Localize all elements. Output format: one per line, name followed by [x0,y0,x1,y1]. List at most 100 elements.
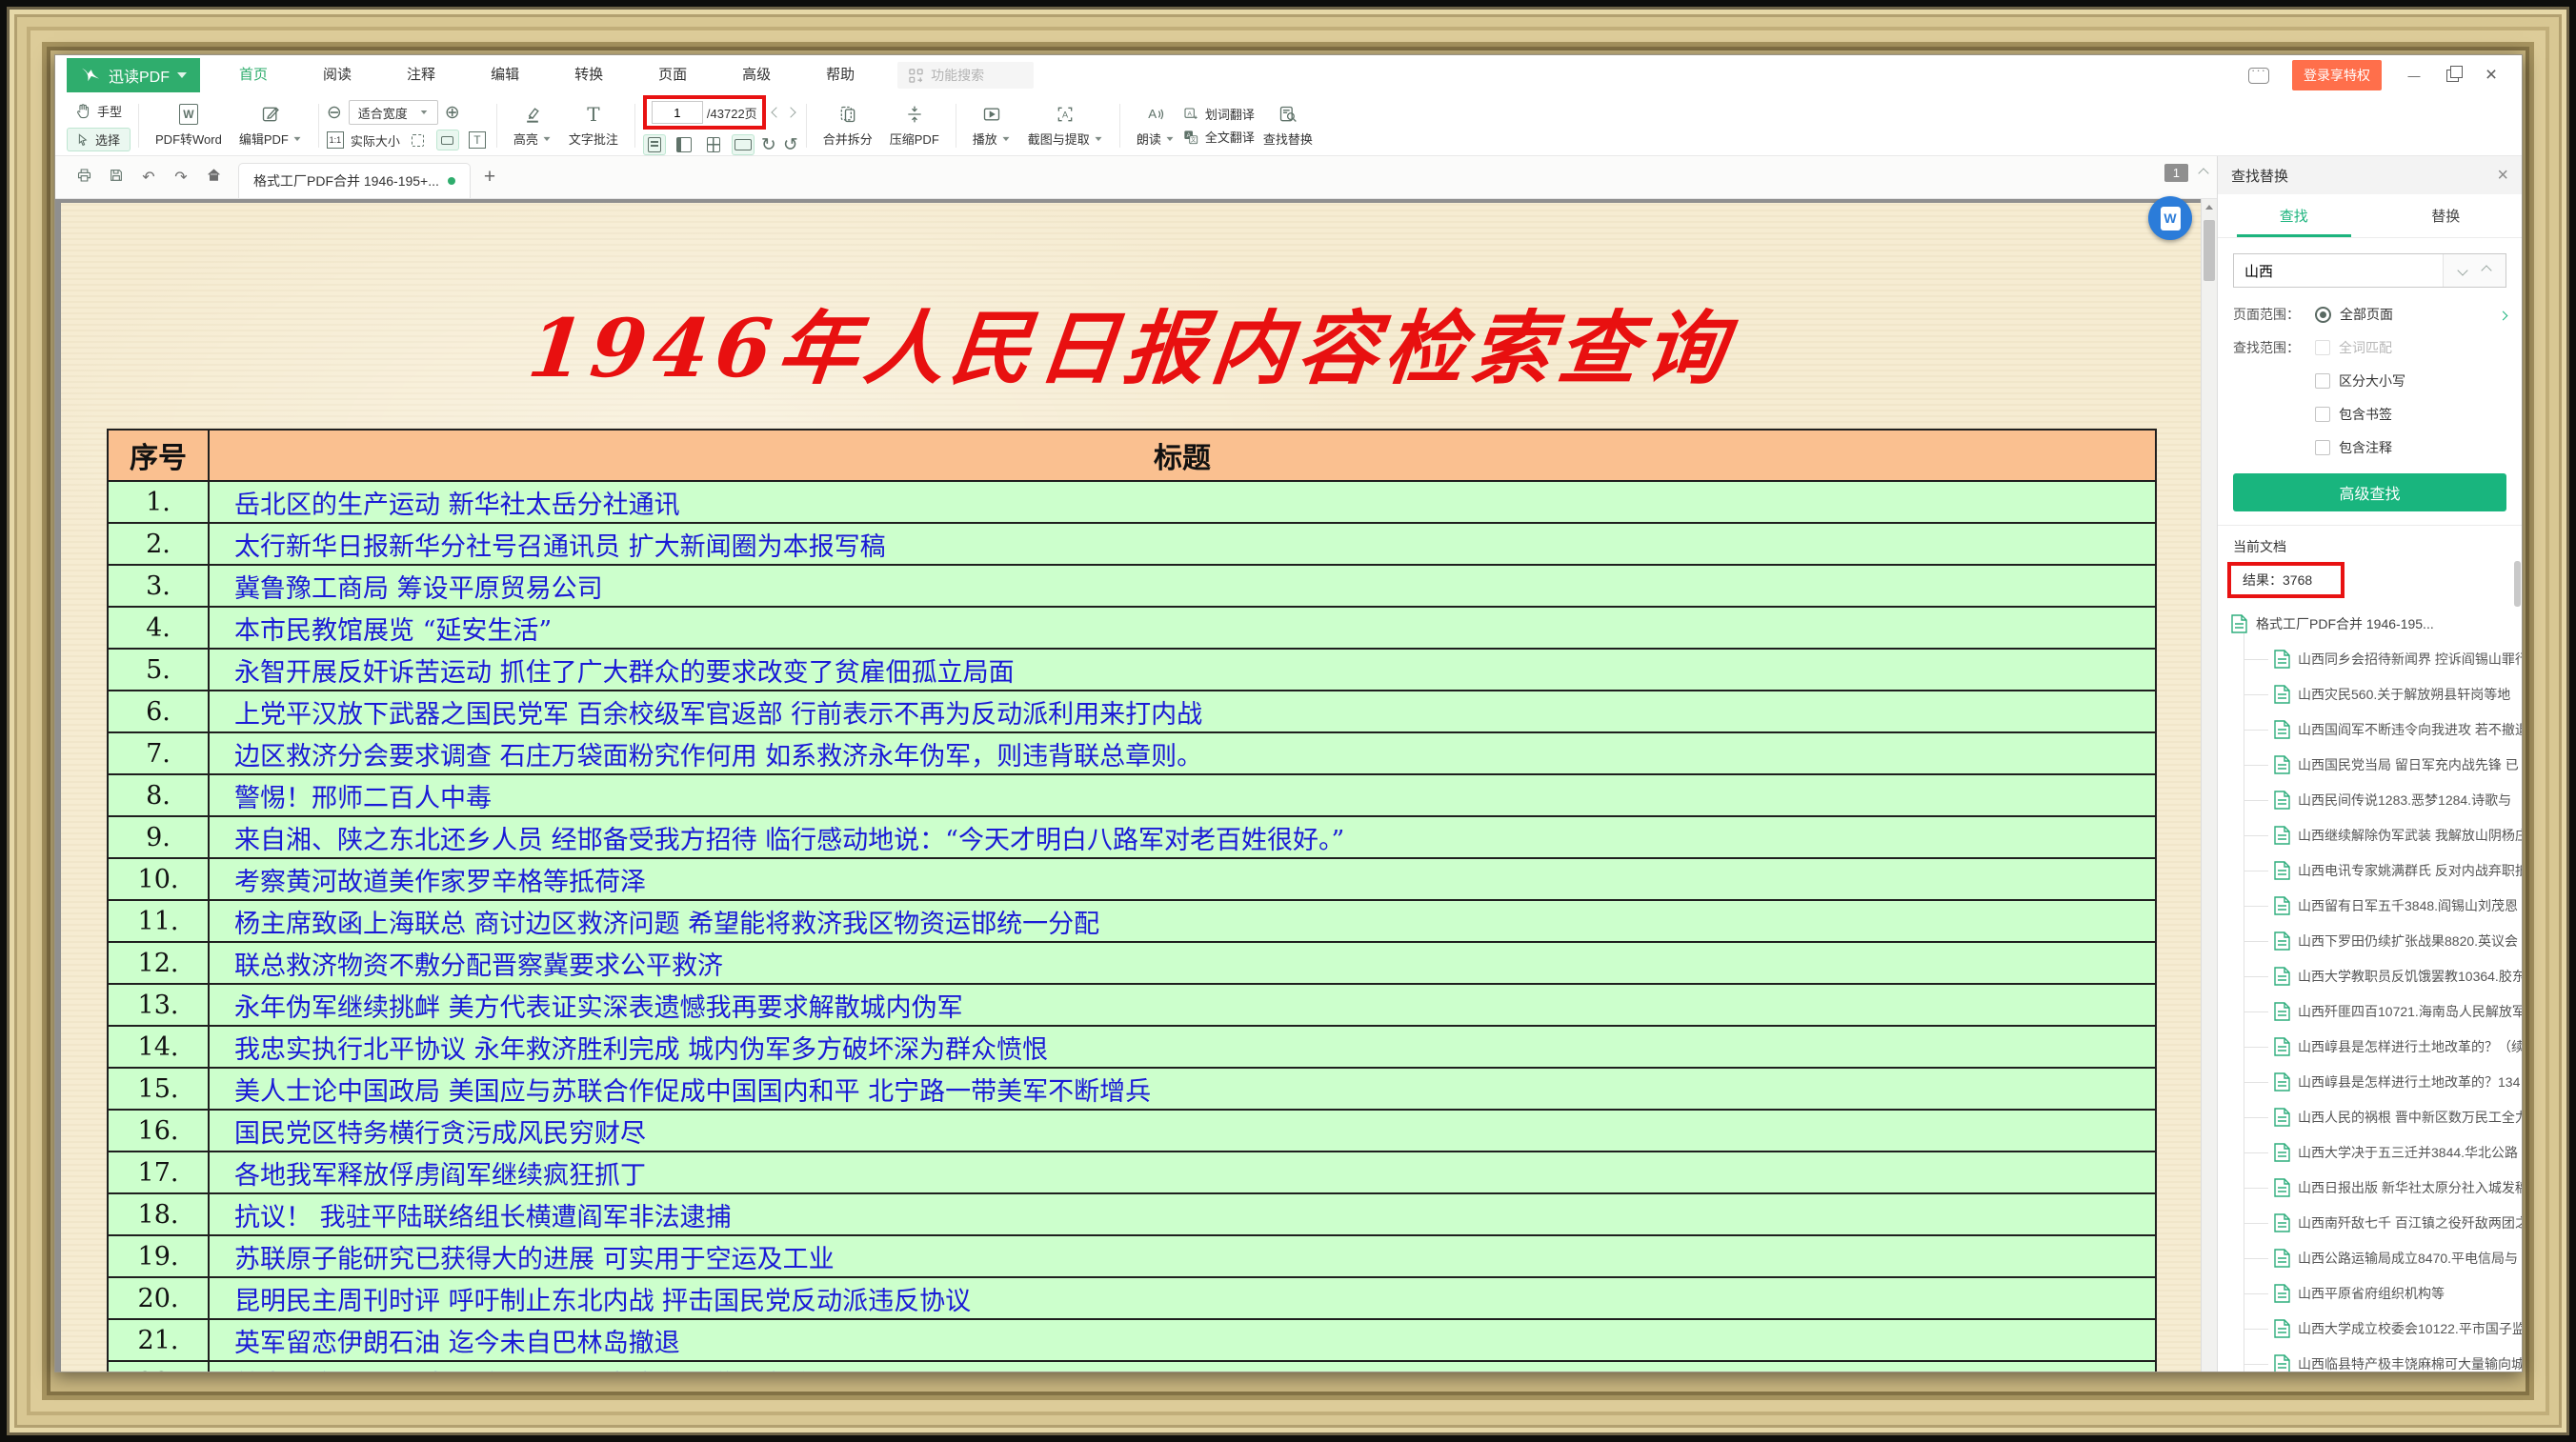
search-result-item[interactable]: 山西临县特产极丰饶麻棉可大量输向城市 [2244,1346,2522,1372]
pdf-to-word-floating-button[interactable]: W [2148,196,2192,240]
zoom-level-select[interactable]: 适合宽度 [349,100,438,125]
menu-tab[interactable]: 帮助 [798,55,882,95]
include-bookmarks-checkbox[interactable] [2315,407,2330,422]
whole-word-checkbox[interactable] [2315,340,2330,355]
row-title-cell[interactable]: 来自湘、陕之东北还乡人员 经邯备受我方招待 临行感动地说：“今天才明白八路军对老… [210,817,2155,857]
single-page-view-button[interactable] [643,134,666,155]
find-replace-button[interactable]: 查找替换 [1255,98,1321,153]
row-title-cell[interactable]: 冀鲁豫工商局 筹设平原贸易公司 [210,566,2155,606]
search-result-item[interactable]: 山西平原省府组织机构等 [2244,1275,2522,1311]
redo-icon[interactable]: ↷ [166,168,196,187]
include-comments-checkbox[interactable] [2315,440,2330,455]
row-title-cell[interactable]: 苏联原子能研究已获得大的进展 可实用于空运及工业 [210,1236,2155,1276]
search-result-item[interactable]: 山西灾民560.关于解放朔县轩岗等地 [2244,676,2522,711]
read-aloud-button[interactable]: A 朗读 [1128,98,1183,153]
search-result-item[interactable]: 山西人民的祸根 晋中新区数万民工全力 [2244,1099,2522,1134]
menu-tab[interactable]: 转换 [547,55,631,95]
find-next-icon[interactable] [2458,265,2468,275]
row-title-cell[interactable]: 永年伪军继续挑衅 美方代表证实深表遗憾我再要求解散城内伪军 [210,985,2155,1025]
fit-page-button[interactable] [407,130,430,150]
save-icon[interactable] [101,168,131,188]
scroll-up-arrow[interactable] [2202,199,2217,214]
row-title-cell[interactable]: 上党平汉放下武器之国民党军 百余校级军官返部 行前表示不再为反动派利用来打内战 [210,691,2155,731]
search-input[interactable] [2234,254,2443,287]
tab-find[interactable]: 查找 [2218,194,2370,237]
row-title-cell[interactable]: 各地我军释放俘虏阎军继续疯狂抓丁 [210,1152,2155,1192]
actual-size-icon[interactable]: 1:1 [327,131,344,149]
close-icon[interactable]: × [2497,166,2508,185]
row-title-cell[interactable]: 本市民教馆展览 “延安生活” [210,608,2155,648]
row-title-cell[interactable]: 杨主席致函上海联总 商讨边区救济问题 希望能将救济我区物资运邯统一分配 [210,901,2155,941]
close-button[interactable] [2482,64,2501,87]
panel-scrollbar-thumb[interactable] [2514,561,2521,607]
compress-pdf-button[interactable]: 压缩PDF [881,98,948,153]
continuous-view-button[interactable] [732,134,755,155]
edit-pdf-button[interactable]: 编辑PDF [231,98,311,153]
row-title-cell[interactable]: 美当局高压下 四十万矿工仍罢工 杜鲁门召集紧急会议 [210,1362,2155,1372]
tab-replace[interactable]: 替换 [2370,194,2523,237]
row-title-cell[interactable]: 边区救济分会要求调查 石庄万袋面粉究作何用 如系救济永年伪军，则违背联总章则。 [210,733,2155,773]
hand-tool-button[interactable]: 手型 [67,99,131,123]
search-result-item[interactable]: 山西国民党当局 留日军充内战先锋 已 [2244,747,2522,782]
search-result-item[interactable]: 山西留有日军五千3848.阎锡山刘茂恩 [2244,888,2522,923]
restore-button[interactable] [2446,70,2459,82]
row-title-cell[interactable]: 英军留恋伊朗石油 迄今未自巴林岛撤退 [210,1320,2155,1360]
highlight-button[interactable]: 高亮 [505,98,560,153]
find-previous-icon[interactable] [2481,265,2491,275]
text-annotation-button[interactable]: T 文字批注 [560,98,627,153]
search-result-item[interactable]: 山西大学教职员反饥饿罢教10364.胶东 [2244,958,2522,993]
row-title-cell[interactable]: 国民党区特务横行贪污成风民穷财尽 [210,1111,2155,1151]
menu-tab[interactable]: 阅读 [295,55,379,95]
word-translate-button[interactable]: A 划词翻译 [1183,105,1255,123]
search-result-item[interactable]: 山西继续解除伪军武装 我解放山阴杨庄 [2244,817,2522,852]
minimize-button[interactable] [2405,66,2424,85]
page-number-input[interactable] [652,101,703,124]
collapse-chevron-icon[interactable] [2198,168,2208,178]
menu-tab[interactable]: 页面 [631,55,714,95]
feedback-icon[interactable] [2248,68,2269,84]
search-result-item[interactable]: 山西国阎军不断违令向我进攻 若不撤退 [2244,711,2522,747]
menu-tab[interactable]: 高级 [714,55,798,95]
zoom-out-icon[interactable]: ⊖ [327,104,342,122]
document-tab[interactable]: 格式工厂PDF合并 1946-195+... [238,163,471,198]
search-result-item[interactable]: 山西日报出版 新华社太原分社入城发稿 [2244,1170,2522,1205]
search-result-item[interactable]: 山西崞县是怎样进行土地改革的？（续 [2244,1029,2522,1064]
pdf-to-word-button[interactable]: W PDF转Word [147,98,231,153]
row-title-cell[interactable]: 考察黄河故道美作家罗辛格等抵荷泽 [210,859,2155,899]
previous-page-icon[interactable] [771,107,781,117]
new-tab-button[interactable]: + [484,166,495,189]
case-sensitive-checkbox[interactable] [2315,373,2330,389]
row-title-cell[interactable]: 岳北区的生产运动 新华社太岳分社通讯 [210,482,2155,522]
row-title-cell[interactable]: 我忠实执行北平协议 永年救济胜利完成 城内伪军多方破坏深为群众愤恨 [210,1027,2155,1067]
row-title-cell[interactable]: 抗议！ 我驻平陆联络组长横遭阎军非法逮捕 [210,1194,2155,1234]
row-title-cell[interactable]: 太行新华日报新华分社号召通讯员 扩大新闻圈为本报写稿 [210,524,2155,564]
search-result-item[interactable]: 山西南歼敌七千 百江镇之役歼敌两团之 [2244,1205,2522,1240]
rotate-cw-icon[interactable]: ↻ [761,136,776,154]
undo-icon[interactable]: ↶ [133,168,164,187]
next-page-icon[interactable] [785,107,795,117]
vertical-scrollbar[interactable] [2201,199,2217,1372]
search-result-item[interactable]: 山西民间传说1283.恶梦1284.诗歌与 [2244,782,2522,817]
fit-width-button[interactable] [436,130,459,150]
select-tool-button[interactable]: 选择 [67,128,131,151]
expand-range-button[interactable] [2500,307,2506,322]
rotate-ccw-icon[interactable]: ↺ [783,136,798,154]
actual-size-label[interactable]: 实际大小 [351,131,400,150]
full-translate-button[interactable]: A文 全文翻译 [1183,128,1255,146]
search-result-item[interactable]: 山西公路运输局成立8470.平电信局与 [2244,1240,2522,1275]
search-result-item[interactable]: 山西歼匪四百10721.海南岛人民解放军 [2244,993,2522,1029]
menu-tab[interactable]: 注释 [379,55,463,95]
function-search-box[interactable]: 功能搜索 [897,62,1034,89]
login-button[interactable]: 登录享特权 [2292,60,2382,90]
two-page-view-button[interactable] [673,134,695,155]
app-logo[interactable]: 迅读PDF [67,58,200,92]
menu-tab[interactable]: 编辑 [463,55,547,95]
search-result-item[interactable]: 山西大学决于五三迁并3844.华北公路 [2244,1134,2522,1170]
menu-tab[interactable]: 首页 [211,55,295,95]
row-title-cell[interactable]: 美人士论中国政局 美国应与苏联合作促成中国国内和平 北宁路一带美军不断增兵 [210,1069,2155,1109]
capture-extract-button[interactable]: A 截图与提取 [1019,98,1112,153]
home-icon[interactable] [198,168,229,188]
search-result-item[interactable]: 山西电讯专家姚满群氏 反对内战弃职抵 [2244,852,2522,888]
zoom-in-icon[interactable]: ⊕ [445,104,460,122]
row-title-cell[interactable]: 警惕！邢师二百人中毒 [210,775,2155,815]
